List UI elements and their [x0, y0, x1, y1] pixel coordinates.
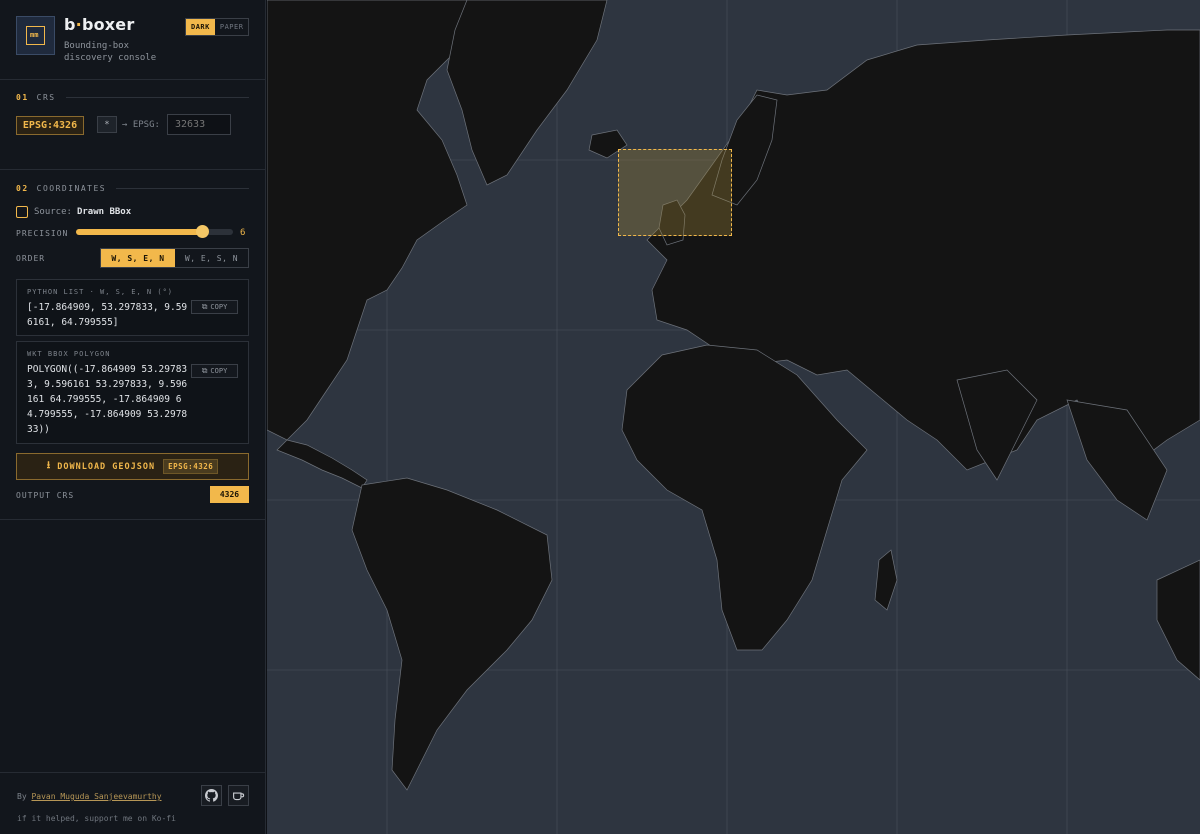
drawn-bounding-box[interactable]: [618, 149, 732, 236]
order-wesn-button[interactable]: W, E, S, N: [175, 249, 248, 267]
coffee-icon: [233, 792, 245, 801]
coordinates-section-title: 02 COORDINATES: [16, 184, 249, 193]
source-row: Source: Drawn BBox: [16, 206, 131, 218]
landmass-greenland: [446, 0, 608, 186]
copy-icon: ⧉: [201, 366, 208, 375]
landmass-madagascar: [874, 549, 898, 611]
sidebar: mm b·boxer Bounding-box discovery consol…: [0, 0, 266, 834]
precision-slider[interactable]: [76, 225, 233, 238]
python-list-caption: PYTHON LIST · W, S, E, N (°): [27, 288, 174, 296]
output-crs-badge: 4326: [210, 486, 249, 503]
theme-paper-button[interactable]: PAPER: [215, 19, 249, 35]
app-title: b·boxer: [64, 15, 135, 34]
map-canvas[interactable]: [267, 0, 1200, 834]
order-wsen-button[interactable]: W, S, E, N: [101, 249, 175, 267]
theme-dark-button[interactable]: DARK: [186, 19, 215, 35]
target-epsg-input[interactable]: [167, 114, 231, 135]
download-crs-tag: EPSG:4326: [163, 459, 219, 474]
source-value: Drawn BBox: [76, 207, 132, 217]
github-icon: [205, 789, 218, 802]
landmass-australia: [1156, 559, 1200, 681]
crs-star-button[interactable]: *: [97, 116, 117, 133]
current-crs-badge: EPSG:4326: [16, 116, 84, 135]
landmass-north-america: [267, 0, 473, 441]
download-icon: ⭳: [46, 460, 52, 471]
copy-icon: ⧉: [201, 302, 208, 311]
author-link[interactable]: Pavan Muguda Sanjeevamurthy: [31, 792, 161, 801]
app-subtitle: Bounding-box discovery console: [64, 41, 157, 63]
wkt-caption: WKT BBOX POLYGON: [27, 350, 111, 358]
order-toggle[interactable]: W, S, E, N W, E, S, N: [100, 248, 249, 268]
python-list-box: PYTHON LIST · W, S, E, N (°) [-17.864909…: [16, 279, 249, 336]
order-label: ORDER: [16, 254, 46, 263]
download-geojson-button[interactable]: ⭳ DOWNLOAD GEOJSON EPSG:4326: [16, 453, 249, 480]
wkt-text: POLYGON((-17.864909 53.29783 3, 9.596161…: [27, 364, 188, 435]
sidebar-footer: By Pavan Muguda Sanjeevamurthy if it hel…: [0, 772, 266, 834]
theme-toggle[interactable]: DARK PAPER: [185, 18, 250, 36]
output-crs-label: OUTPUT CRS: [16, 491, 75, 500]
copy-python-button[interactable]: ⧉ COPY: [191, 300, 238, 314]
python-list-text: [-17.864909, 53.297833, 9.59 6161, 64.79…: [27, 302, 188, 328]
crs-section-title: 01 CRS: [16, 93, 249, 102]
wkt-polygon-box: WKT BBOX POLYGON POLYGON((-17.864909 53.…: [16, 341, 249, 444]
kofi-button[interactable]: [228, 785, 249, 806]
app-logo-icon: mm: [16, 16, 55, 55]
precision-slider-handle[interactable]: [195, 225, 209, 238]
target-epsg-label: → EPSG:: [122, 120, 160, 130]
support-text: if it helped, support me on Ko-fi: [17, 814, 176, 823]
source-square-icon: [16, 206, 28, 218]
world-map[interactable]: [267, 0, 1200, 834]
precision-label: PRECISION: [16, 229, 69, 238]
logo-mark: mm: [30, 31, 39, 39]
landmass-africa: [621, 344, 868, 651]
copy-wkt-button[interactable]: ⧉ COPY: [191, 364, 238, 378]
github-button[interactable]: [201, 785, 222, 806]
app-header: mm b·boxer Bounding-box discovery consol…: [0, 0, 265, 80]
landmass-central-america: [276, 439, 368, 489]
landmass-south-america: [351, 477, 553, 791]
precision-value: 6: [240, 228, 246, 238]
author-credit: By Pavan Muguda Sanjeevamurthy: [17, 792, 162, 801]
